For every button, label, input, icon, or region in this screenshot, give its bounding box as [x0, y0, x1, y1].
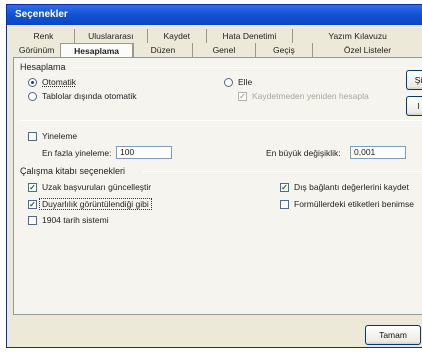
automatic-radio[interactable]	[28, 78, 37, 87]
tab-calculation[interactable]: Hesaplama	[60, 43, 133, 57]
accept-labels-label[interactable]: Formüllerdeki etiketleri benimse	[294, 199, 414, 209]
calc-now-button[interactable]: Şi	[406, 70, 422, 90]
recalc-before-save-label: Kaydetmeden yeniden hesapla	[252, 91, 369, 101]
update-remote-refs-label[interactable]: Uzak başvuruları güncelleştir	[42, 182, 151, 192]
tab-international[interactable]: Uluslararası	[73, 29, 147, 43]
manual-radio[interactable]	[224, 78, 233, 87]
max-iterations-input[interactable]: 100	[116, 146, 172, 159]
tab-transition[interactable]: Geçiş	[254, 43, 312, 57]
iteration-label[interactable]: Yineleme	[42, 131, 77, 141]
tab-save[interactable]: Kaydet	[146, 29, 206, 43]
calculation-panel: Hesaplama Otomatik Tablolar dışında otom…	[13, 57, 422, 315]
options-dialog: Seçenekler Renk Uluslararası Kaydet Hata…	[6, 4, 422, 348]
tab-view[interactable]: Görünüm	[13, 43, 60, 57]
save-external-links-checkbox[interactable]: ✓	[280, 183, 289, 192]
tab-edit[interactable]: Düzen	[132, 43, 192, 57]
iteration-checkbox[interactable]	[28, 132, 37, 141]
max-change-input[interactable]: 0,001	[350, 146, 406, 159]
manual-label[interactable]: Elle	[238, 77, 252, 87]
date-1904-label[interactable]: 1904 tarih sistemi	[42, 215, 109, 225]
workbook-separator	[142, 171, 422, 172]
ok-button[interactable]: Tamam	[365, 325, 421, 345]
workbook-group-label: Çalışma kitabı seçenekleri	[20, 166, 126, 176]
auto-except-tables-label[interactable]: Tablolar dışında otomatik	[42, 91, 137, 101]
auto-except-tables-radio[interactable]	[28, 92, 37, 101]
automatic-label[interactable]: Otomatik	[42, 77, 76, 87]
precision-as-displayed-label[interactable]: Duyarlılık görüntülendiği gibi	[39, 198, 152, 210]
iteration-separator	[20, 120, 422, 121]
accept-labels-checkbox[interactable]	[280, 200, 289, 209]
update-remote-refs-checkbox[interactable]: ✓	[28, 183, 37, 192]
dialog-title: Seçenekler	[7, 5, 422, 25]
date-1904-checkbox[interactable]	[28, 216, 37, 225]
tab-row-1: Renk Uluslararası Kaydet Hata Denetimi Y…	[13, 29, 422, 43]
tab-spelling[interactable]: Yazım Kılavuzu	[292, 29, 422, 43]
calc-sheet-button[interactable]: l	[406, 96, 422, 116]
tab-row-2: Görünüm Hesaplama Düzen Genel Geçiş Özel…	[13, 43, 422, 57]
recalc-before-save-checkbox[interactable]: ✓	[238, 92, 247, 101]
save-external-links-label[interactable]: Dış bağlantı değerlerini kaydet	[294, 182, 409, 192]
max-change-label: En büyük değişiklik:	[266, 148, 341, 158]
tab-custom-lists[interactable]: Özel Listeler	[311, 43, 422, 57]
tab-error-checking[interactable]: Hata Denetimi	[205, 29, 293, 43]
max-iterations-label: En fazla yineleme:	[42, 148, 112, 158]
calculation-group-label: Hesaplama	[20, 62, 66, 72]
precision-as-displayed-checkbox[interactable]: ✓	[28, 200, 37, 209]
tab-general[interactable]: Genel	[191, 43, 255, 57]
calculation-separator	[72, 67, 422, 68]
tab-color[interactable]: Renk	[13, 29, 74, 43]
